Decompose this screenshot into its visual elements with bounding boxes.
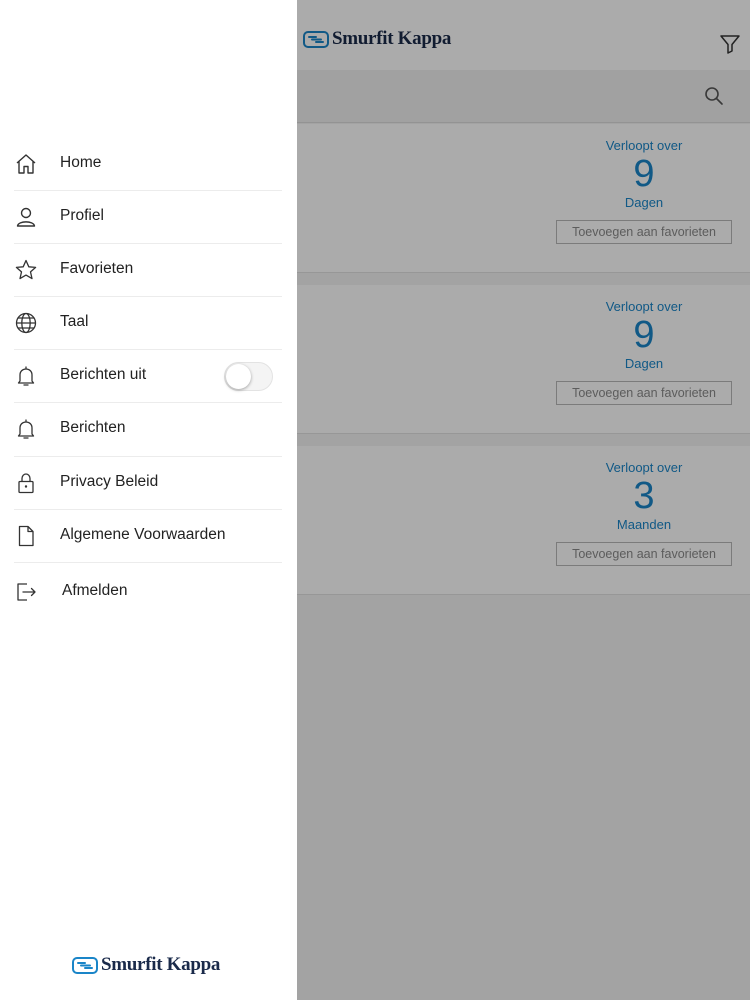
menu-item-profile[interactable]: Profiel — [0, 191, 297, 244]
menu-item-language[interactable]: Taal — [0, 297, 297, 350]
menu-item-label: Taal — [60, 313, 89, 330]
menu-item-terms[interactable]: Algemene Voorwaarden — [0, 510, 297, 563]
smurfit-kappa-logo-icon — [72, 956, 98, 974]
bell-icon — [14, 364, 38, 388]
menu-item-favorites[interactable]: Favorieten — [0, 244, 297, 297]
menu-item-notifications-off[interactable]: Berichten uit — [0, 350, 297, 403]
menu-item-notifications[interactable]: Berichten — [0, 403, 297, 456]
drawer-backdrop[interactable] — [297, 0, 750, 1000]
side-menu: Home Profiel Favorieten Taal Berichten u… — [0, 0, 297, 1000]
lock-icon — [14, 471, 38, 495]
logout-icon — [14, 580, 38, 604]
user-icon — [14, 205, 38, 229]
menu-item-label: Berichten uit — [60, 366, 147, 383]
menu-item-label: Profiel — [60, 207, 104, 224]
star-icon — [14, 258, 38, 282]
menu-item-logout[interactable]: Afmelden — [0, 566, 297, 619]
bell-icon — [14, 417, 38, 441]
menu-item-home[interactable]: Home — [0, 138, 297, 191]
menu-item-privacy-policy[interactable]: Privacy Beleid — [0, 457, 297, 510]
globe-icon — [14, 311, 38, 335]
menu-item-label: Home — [60, 154, 102, 171]
document-icon — [14, 524, 38, 548]
menu-item-label: Favorieten — [60, 260, 134, 277]
menu-item-label: Privacy Beleid — [60, 473, 159, 490]
toggle-knob — [226, 364, 251, 389]
menu-item-label: Afmelden — [62, 582, 128, 599]
menu-divider — [14, 562, 282, 563]
menu-item-label: Berichten — [60, 419, 126, 436]
drawer-logo: Smurfit Kappa — [72, 954, 220, 976]
menu-item-label: Algemene Voorwaarden — [60, 526, 226, 543]
home-icon — [14, 152, 38, 176]
notifications-toggle[interactable] — [224, 362, 273, 391]
logo-text: Smurfit Kappa — [101, 954, 221, 975]
